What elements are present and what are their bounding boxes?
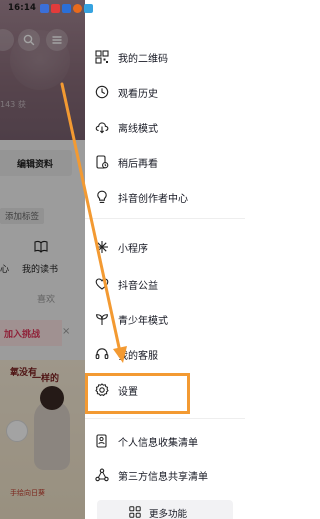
notification-icon [84,4,93,13]
notification-icon [73,4,82,13]
notification-icon [51,4,60,13]
notification-icon [62,4,71,13]
status-bar: 16:14 [0,0,245,18]
notification-icon [40,4,49,13]
status-time: 16:14 [8,3,37,13]
pointer-arrow [60,82,127,363]
